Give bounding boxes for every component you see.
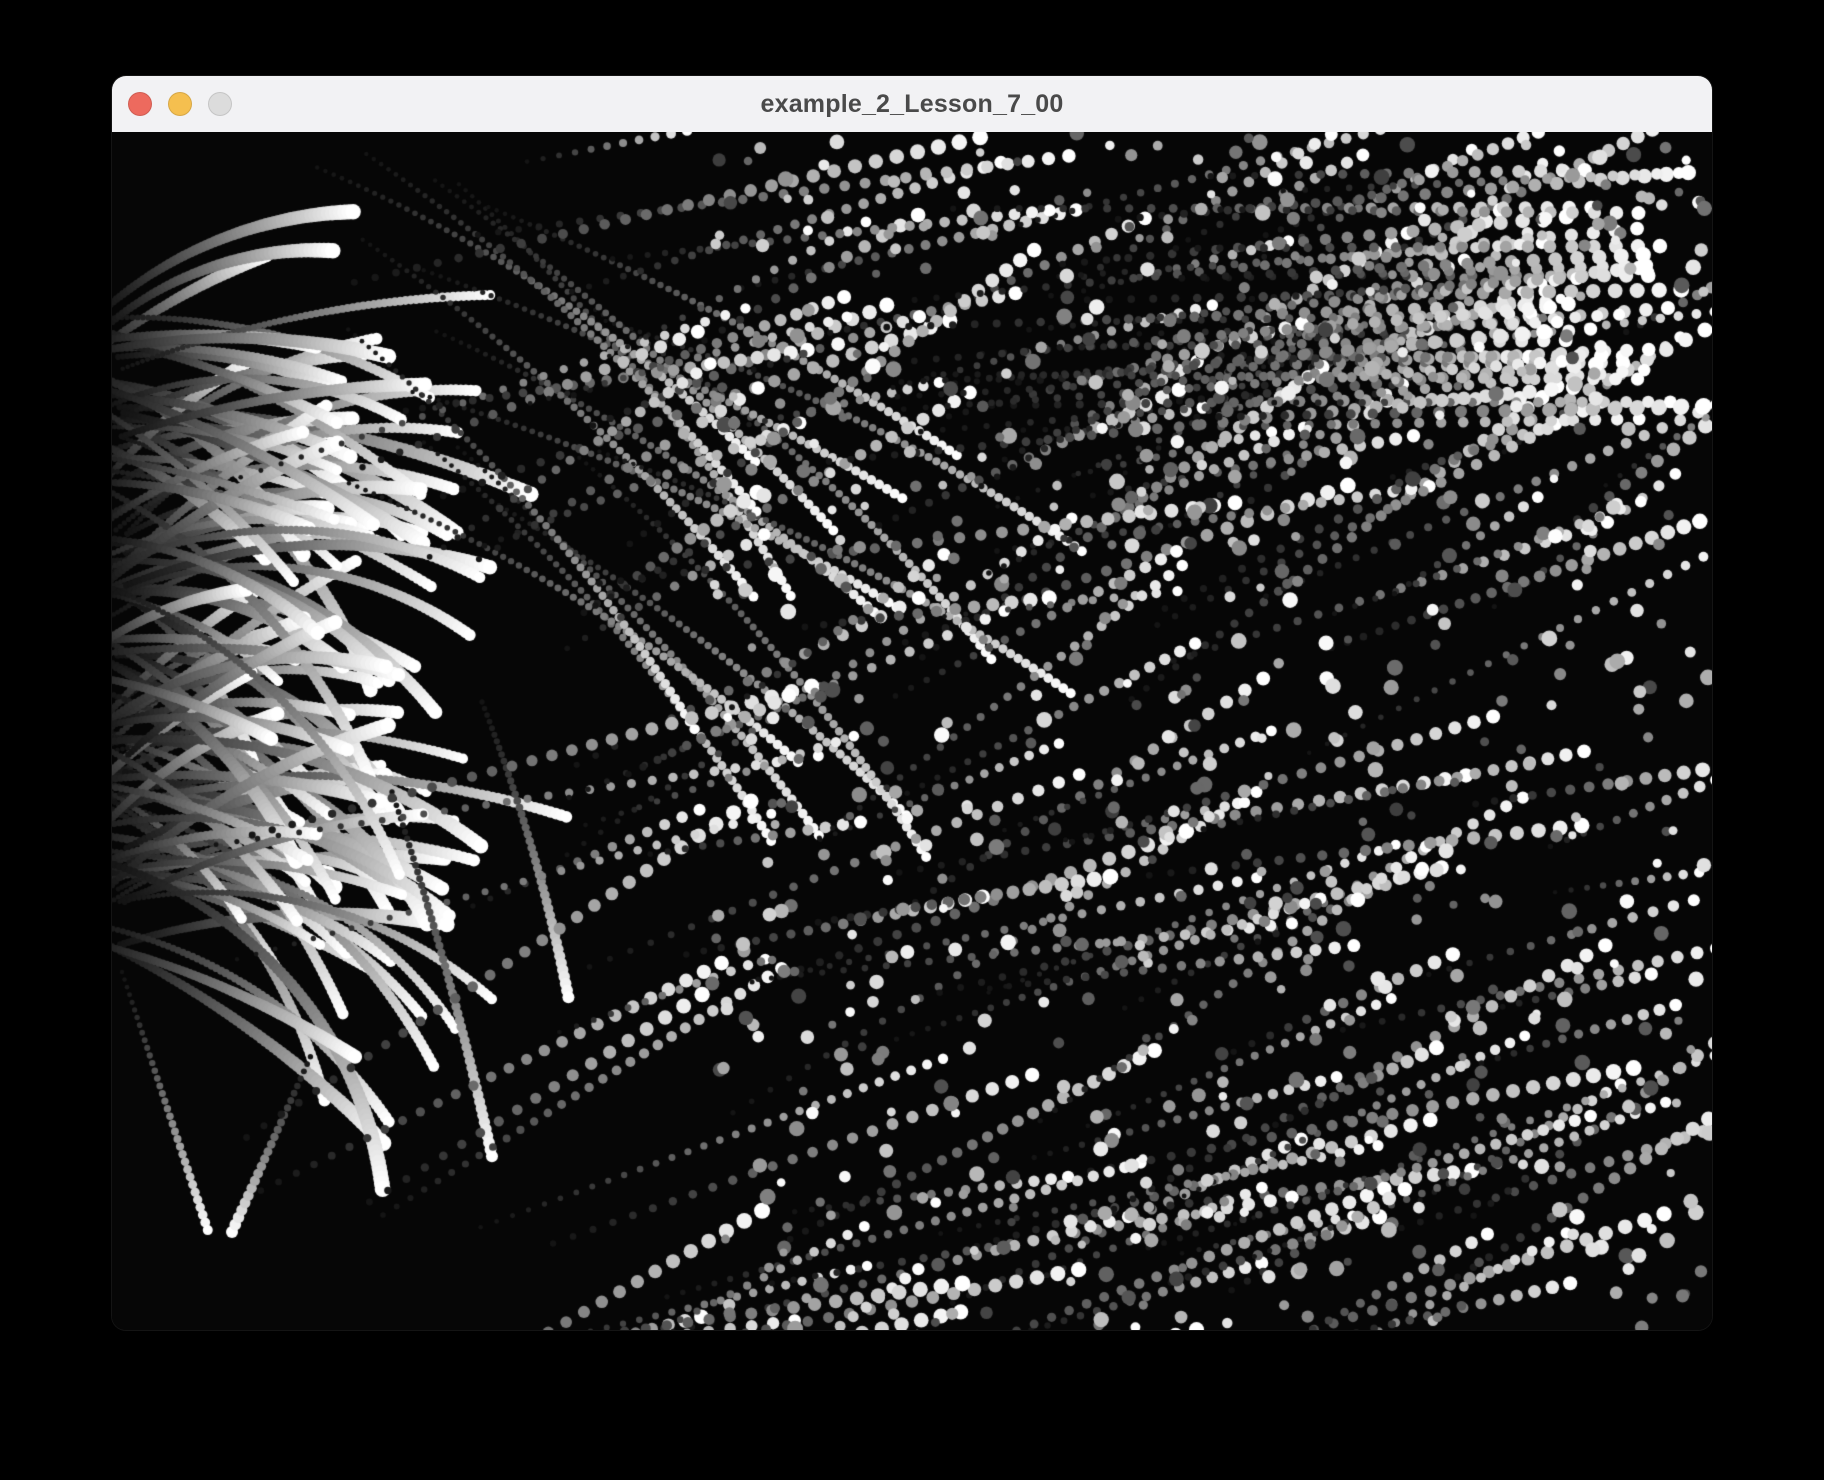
window-title: example_2_Lesson_7_00 (760, 90, 1064, 118)
particle-trails-canvas[interactable] (112, 132, 1712, 1330)
sketch-canvas-area[interactable] (112, 132, 1712, 1330)
title-bar[interactable]: example_2_Lesson_7_00 (112, 76, 1712, 133)
app-window: example_2_Lesson_7_00 (112, 76, 1712, 1330)
